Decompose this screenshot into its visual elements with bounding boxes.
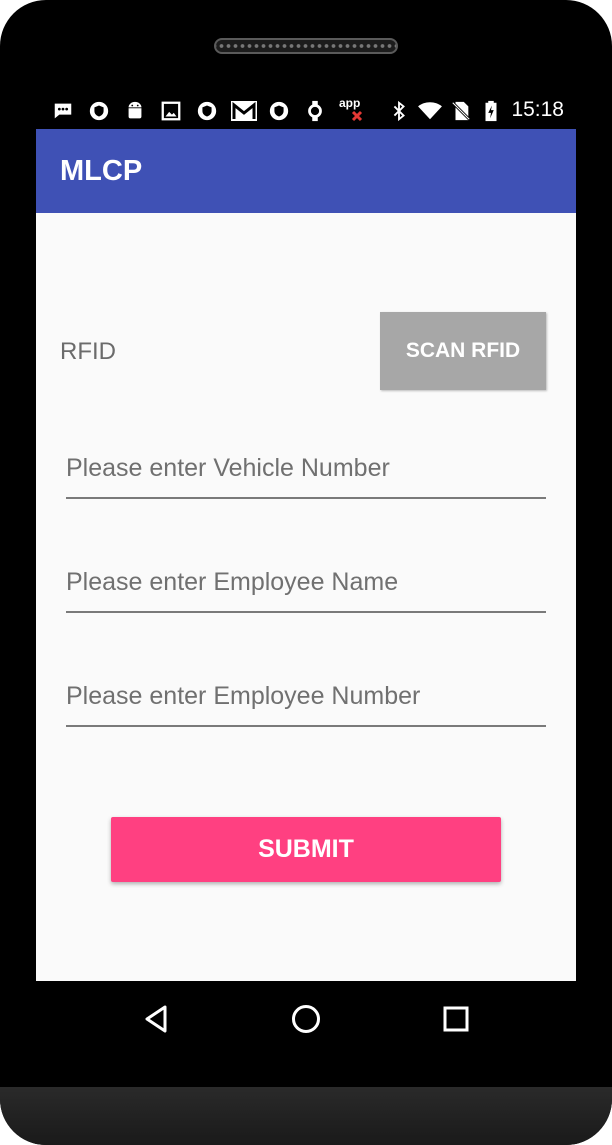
image-icon [161, 101, 181, 121]
appmaker-icon-text: app [339, 96, 361, 110]
navigation-bar [36, 981, 576, 1057]
employee-number-input[interactable] [66, 675, 546, 727]
scan-rfid-button[interactable]: SCAN RFID [380, 312, 546, 390]
app-title: MLCP [60, 155, 143, 187]
bluetooth-icon [393, 100, 405, 122]
phone-frame: app 15:18 MLCP RFID SCAN RFID SUBMIT [0, 0, 612, 1145]
recents-icon[interactable] [436, 999, 476, 1039]
back-icon[interactable] [136, 999, 176, 1039]
home-icon[interactable] [286, 999, 326, 1039]
submit-button[interactable]: SUBMIT [111, 817, 501, 882]
close-icon [351, 110, 363, 122]
watch-icon [308, 100, 322, 122]
app-bar: MLCP [36, 129, 576, 213]
shield-icon [89, 101, 109, 121]
rfid-label: RFID [60, 338, 116, 365]
shield-icon [197, 101, 217, 121]
vehicle-number-input[interactable] [66, 447, 546, 499]
gmail-icon [231, 101, 257, 121]
appmaker-icon: app [339, 96, 365, 124]
android-icon [128, 101, 142, 119]
message-icon [54, 103, 72, 119]
status-bar: app 15:18 [36, 92, 576, 130]
speaker-grill [214, 38, 398, 54]
no-sim-icon [451, 101, 471, 121]
employee-name-input[interactable] [66, 561, 546, 613]
wifi-icon [418, 102, 442, 120]
phone-chin [0, 1087, 612, 1145]
form-container: RFID SCAN RFID SUBMIT [36, 213, 576, 981]
battery-icon [485, 100, 497, 122]
status-time: 15:18 [511, 98, 564, 121]
shield-icon [269, 101, 289, 121]
